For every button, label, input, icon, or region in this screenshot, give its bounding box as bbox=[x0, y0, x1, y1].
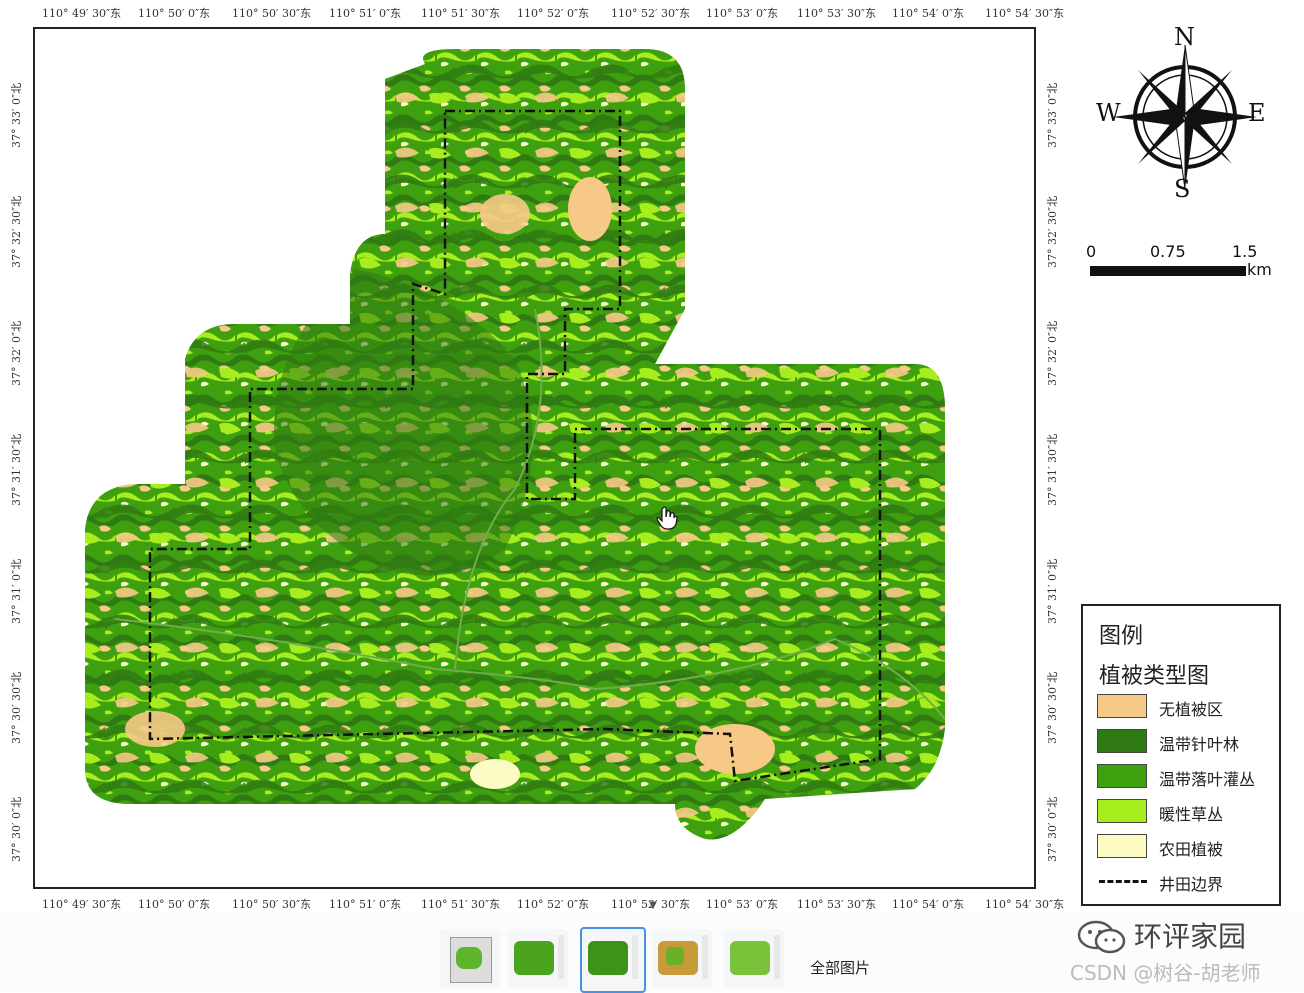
legend-label: 温带针叶林 bbox=[1159, 735, 1240, 754]
legend-label: 暖性草丛 bbox=[1159, 805, 1224, 824]
latitude-tick-left: 37° 30′ 0″北 bbox=[10, 796, 23, 862]
longitude-tick-top: 110° 50′ 30″东 bbox=[232, 7, 312, 20]
latitude-tick-left: 37° 33′ 0″北 bbox=[10, 82, 23, 148]
legend: 图例 植被类型图 无植被区温带针叶林温带落叶灌丛 暖性草丛农田植被井田边界 bbox=[1081, 604, 1281, 906]
all-images-link[interactable]: 全部图片 bbox=[810, 957, 870, 978]
longitude-tick-bottom: 110° 53′ 30″东 bbox=[797, 898, 877, 911]
thumbnail-1[interactable] bbox=[440, 929, 500, 989]
longitude-tick-top: 110° 51′ 0″东 bbox=[329, 7, 402, 20]
longitude-tick-top: 110° 53′ 30″东 bbox=[797, 7, 877, 20]
longitude-tick-bottom: 110° 54′ 0″东 bbox=[892, 898, 965, 911]
scale-label-mid: 0.75 bbox=[1150, 242, 1186, 261]
longitude-tick-bottom: 110° 50′ 0″东 bbox=[138, 898, 211, 911]
latitude-tick-right: 37° 31′ 0″北 bbox=[1046, 558, 1059, 624]
scale-label-0: 0 bbox=[1086, 242, 1097, 261]
latitude-tick-left: 37° 31′ 30″北 bbox=[10, 433, 23, 506]
legend-subtitle: 植被类型图 bbox=[1099, 664, 1210, 689]
latitude-tick-right: 37° 30′ 30″北 bbox=[1046, 671, 1059, 744]
legend-swatch bbox=[1097, 694, 1147, 718]
latitude-tick-right: 37° 32′ 0″北 bbox=[1046, 320, 1059, 386]
scale-label-max: 1.5 bbox=[1232, 242, 1258, 261]
legend-label: 温带落叶灌丛 bbox=[1159, 770, 1256, 789]
latitude-tick-left: 37° 30′ 30″北 bbox=[10, 671, 23, 744]
scale-unit: km bbox=[1247, 260, 1272, 279]
longitude-tick-bottom: 110° 49′ 30″东 bbox=[42, 898, 122, 911]
compass-west-label: W bbox=[1096, 99, 1121, 127]
vegetation-map bbox=[85, 49, 945, 840]
legend-label: 农田植被 bbox=[1159, 840, 1224, 859]
latitude-tick-right: 37° 31′ 30″北 bbox=[1046, 433, 1059, 506]
longitude-tick-bottom: 110° 50′ 30″东 bbox=[232, 898, 312, 911]
legend-label: 井田边界 bbox=[1159, 875, 1224, 894]
longitude-tick-bottom: 110° 52′ 0″东 bbox=[517, 898, 590, 911]
thumbnail-2[interactable] bbox=[508, 929, 568, 989]
legend-boundary-line bbox=[1099, 880, 1147, 883]
longitude-tick-top: 110° 51′ 30″东 bbox=[421, 7, 501, 20]
brand-name: 环评家园 bbox=[1134, 920, 1247, 953]
latitude-tick-left: 37° 31′ 0″北 bbox=[10, 558, 23, 624]
legend-swatch bbox=[1097, 834, 1147, 858]
legend-title: 图例 bbox=[1099, 624, 1144, 649]
scale-bar-graphic bbox=[1090, 266, 1246, 276]
thumbnail-5[interactable] bbox=[724, 929, 784, 989]
legend-label: 无植被区 bbox=[1159, 700, 1224, 719]
longitude-tick-bottom: 110° 51′ 30″东 bbox=[421, 898, 501, 911]
longitude-tick-bottom: 110° 54′ 30″东 bbox=[985, 898, 1065, 911]
map-frame bbox=[33, 27, 1036, 889]
longitude-tick-bottom: 110° 53′ 0″东 bbox=[706, 898, 779, 911]
legend-item: 井田边界 bbox=[1097, 869, 1277, 895]
legend-item: 温带落叶灌丛 bbox=[1097, 764, 1277, 790]
north-arrow: N S W E bbox=[1088, 23, 1278, 205]
longitude-tick-top: 110° 54′ 0″东 bbox=[892, 7, 965, 20]
compass-east-label: E bbox=[1248, 99, 1266, 127]
latitude-tick-right: 37° 30′ 0″北 bbox=[1046, 796, 1059, 862]
longitude-tick-top: 110° 53′ 0″东 bbox=[706, 7, 779, 20]
latitude-tick-right: 37° 33′ 0″北 bbox=[1046, 82, 1059, 148]
legend-item: 温带针叶林 bbox=[1097, 729, 1277, 755]
legend-item: 暖性草丛 bbox=[1097, 799, 1277, 825]
compass-north-label: N bbox=[1174, 23, 1195, 51]
longitude-tick-top: 110° 52′ 0″东 bbox=[517, 7, 590, 20]
thumbnail-3-selected[interactable] bbox=[580, 927, 646, 993]
wechat-icon bbox=[1077, 920, 1126, 954]
latitude-tick-left: 37° 32′ 0″北 bbox=[10, 320, 23, 386]
legend-swatch bbox=[1097, 799, 1147, 823]
legend-swatch bbox=[1097, 729, 1147, 753]
longitude-tick-top: 110° 49′ 30″东 bbox=[42, 7, 122, 20]
thumbnail-4[interactable] bbox=[652, 929, 712, 989]
compass-south-label: S bbox=[1174, 175, 1191, 203]
legend-swatch bbox=[1097, 764, 1147, 788]
longitude-tick-top: 110° 52′ 30″东 bbox=[611, 7, 691, 20]
longitude-tick-bottom: 110° 51′ 0″东 bbox=[329, 898, 402, 911]
latitude-tick-right: 37° 32′ 30″北 bbox=[1046, 195, 1059, 268]
brand-watermark: 环评家园 bbox=[1076, 915, 1276, 955]
longitude-tick-top: 110° 50′ 0″东 bbox=[138, 7, 211, 20]
latitude-tick-left: 37° 32′ 30″北 bbox=[10, 195, 23, 268]
legend-item: 无植被区 bbox=[1097, 694, 1277, 720]
scale-bar: 0 0.75 1.5 km bbox=[1086, 240, 1286, 290]
hand-cursor-icon bbox=[656, 506, 678, 530]
csdn-credit: CSDN @树谷-胡老师 bbox=[1070, 961, 1261, 985]
longitude-tick-top: 110° 54′ 30″东 bbox=[985, 7, 1065, 20]
legend-item: 农田植被 bbox=[1097, 834, 1277, 860]
